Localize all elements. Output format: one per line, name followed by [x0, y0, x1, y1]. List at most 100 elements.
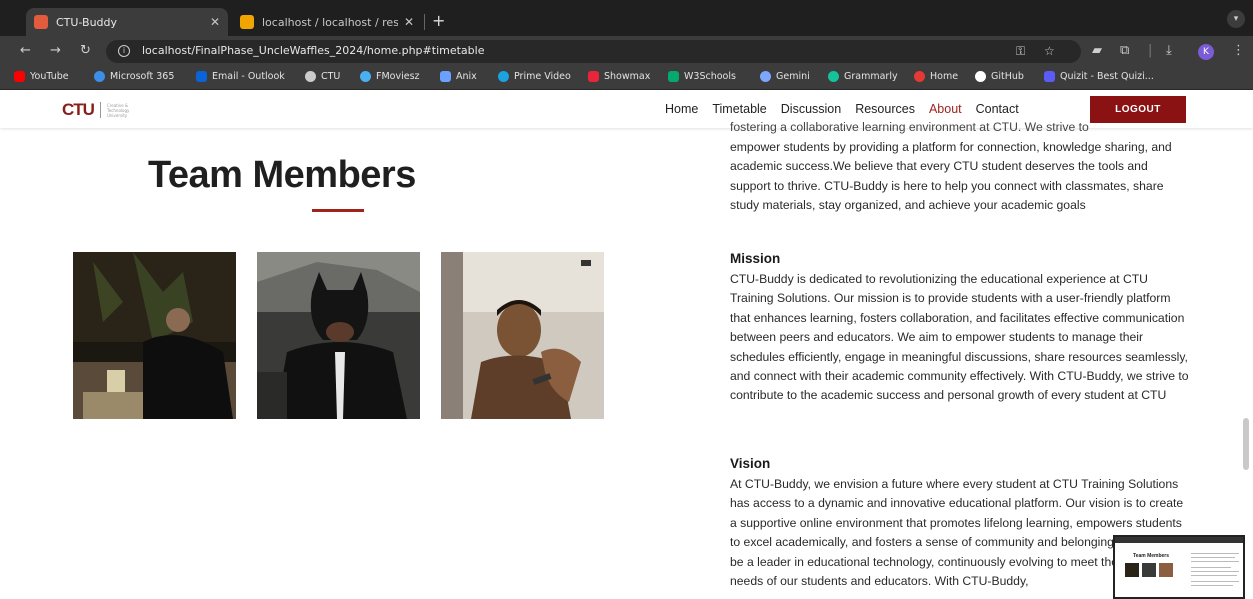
bookmark-quizit[interactable]: Quizit - Best Quizi... — [1044, 71, 1154, 82]
bookmark-ctu[interactable]: CTU — [305, 71, 340, 82]
browser-toolbar: ← → ↻ i localhost/FinalPhase_UncleWaffle… — [0, 36, 1253, 66]
site-info-icon[interactable]: i — [118, 45, 130, 57]
bookmark-github[interactable]: GitHub — [975, 71, 1024, 82]
url-text: localhost/FinalPhase_UncleWaffles_2024/h… — [142, 44, 485, 57]
pip-text-line — [1191, 581, 1239, 582]
pip-text-line — [1191, 575, 1237, 576]
team-member-photo-1 — [73, 252, 236, 419]
bookmark-label: Grammarly — [844, 71, 898, 82]
bookmark-label: Quizit - Best Quizi... — [1060, 71, 1154, 82]
nav-about[interactable]: About — [929, 102, 962, 116]
bookmark-label: Home — [930, 71, 959, 82]
bookmark-fmoviesz[interactable]: FMoviesz — [360, 71, 420, 82]
pip-photo-2 — [1142, 563, 1156, 577]
ctu-logo[interactable]: CTU Creative & Technology University — [62, 100, 147, 120]
fmoviesz-icon — [360, 71, 371, 82]
bookmark-gemini[interactable]: Gemini — [760, 71, 810, 82]
logout-button[interactable]: LOGOUT — [1090, 96, 1186, 123]
nav-timetable[interactable]: Timetable — [712, 102, 766, 116]
bookmark-anix[interactable]: Anix — [440, 71, 477, 82]
anix-icon — [440, 71, 451, 82]
prime-video-icon — [498, 71, 509, 82]
quizit-icon — [1044, 71, 1055, 82]
bookmark-microsoft-365[interactable]: Microsoft 365 — [94, 71, 174, 82]
browser-tab-bar: CTU-Buddy ✕ localhost / localhost / reso… — [0, 0, 1253, 36]
pip-text-line — [1191, 571, 1239, 572]
bookmark-label: Gemini — [776, 71, 810, 82]
main-nav: Home Timetable Discussion Resources Abou… — [665, 102, 1019, 116]
bookmark-showmax[interactable]: Showmax — [588, 71, 650, 82]
close-icon[interactable]: ✕ — [210, 15, 220, 29]
bookmark-grammarly[interactable]: Grammarly — [828, 71, 898, 82]
pip-title: Team Members — [1133, 553, 1170, 559]
pip-photo-3 — [1159, 563, 1173, 577]
team-member-photo-2 — [257, 252, 420, 419]
close-icon[interactable]: ✕ — [404, 15, 414, 29]
logo-divider — [99, 102, 101, 118]
about-paragraph: empower students by providing a platform… — [730, 140, 1172, 213]
nav-resources[interactable]: Resources — [855, 102, 915, 116]
bookmark-label: YouTube — [30, 71, 69, 82]
bookmark-label: CTU — [321, 71, 341, 82]
new-tab-icon[interactable]: + — [432, 11, 445, 30]
picture-in-picture-window[interactable]: Team Members — [1113, 535, 1245, 599]
microsoft-365-icon — [94, 71, 105, 82]
logo-text: Creative & Technology University — [106, 102, 130, 118]
ctu-favicon-icon — [34, 15, 48, 29]
profile-avatar[interactable]: K — [1198, 44, 1214, 60]
tab-title: CTU-Buddy — [56, 15, 118, 29]
tab-localhost[interactable]: localhost / localhost / resourc ✕ — [232, 8, 422, 36]
home-icon — [914, 71, 925, 82]
globe-icon — [305, 71, 316, 82]
about-cut-line: fostering a collaborative learning envir… — [730, 120, 1089, 134]
toolbar-divider: | — [1148, 43, 1153, 58]
pip-text-line — [1191, 553, 1239, 554]
youtube-icon — [14, 71, 25, 82]
bookmark-label: GitHub — [991, 71, 1024, 82]
pip-photo-1 — [1125, 563, 1139, 577]
nav-contact[interactable]: Contact — [976, 102, 1019, 116]
bookmark-youtube[interactable]: YouTube — [14, 71, 69, 82]
nav-home[interactable]: Home — [665, 102, 698, 116]
reload-icon[interactable]: ↻ — [80, 43, 91, 58]
gemini-icon — [760, 71, 771, 82]
pip-text-line — [1191, 567, 1231, 568]
bookmark-home[interactable]: Home — [914, 71, 958, 82]
bookmark-label: W3Schools — [684, 71, 736, 82]
bookmark-label: Anix — [456, 71, 477, 82]
forward-icon[interactable]: → — [50, 43, 61, 58]
bookmark-email-outlook[interactable]: Email - Outlook — [196, 71, 285, 82]
page-scrollbar[interactable] — [1243, 418, 1249, 470]
tab-divider — [424, 14, 425, 30]
bookmark-label: Showmax — [604, 71, 651, 82]
outlook-icon — [196, 71, 207, 82]
extension-icon[interactable]: ▰ — [1092, 43, 1102, 58]
logo-mark: CTU — [62, 100, 95, 119]
bookmark-label: Microsoft 365 — [110, 71, 175, 82]
menu-kebab-icon[interactable]: ⋮ — [1232, 43, 1245, 58]
showmax-icon — [588, 71, 599, 82]
address-bar[interactable]: i localhost/FinalPhase_UncleWaffles_2024… — [106, 40, 1081, 63]
back-icon[interactable]: ← — [20, 43, 31, 58]
vision-heading: Vision — [730, 456, 771, 471]
bookmark-label: Email - Outlook — [212, 71, 285, 82]
bookmark-label: FMoviesz — [376, 71, 420, 82]
tab-search-icon[interactable]: ▾ — [1227, 10, 1245, 28]
team-member-photo-3 — [441, 252, 604, 419]
pip-text-line — [1191, 585, 1233, 586]
bookmark-label: Prime Video — [514, 71, 571, 82]
tab-ctu-buddy[interactable]: CTU-Buddy ✕ — [26, 8, 228, 36]
nav-discussion[interactable]: Discussion — [781, 102, 841, 116]
bookmark-prime-video[interactable]: Prime Video — [498, 71, 571, 82]
bookmark-w3schools[interactable]: W3Schools — [668, 71, 736, 82]
bookmark-star-icon[interactable]: ☆ — [1044, 44, 1055, 58]
tab-title: localhost / localhost / resourc — [262, 15, 398, 29]
grammarly-icon — [828, 71, 839, 82]
mission-heading: Mission — [730, 251, 781, 266]
download-icon[interactable]: ⤓ — [1166, 43, 1172, 58]
bookmarks-bar: YouTube Microsoft 365 Email - Outlook CT… — [0, 66, 1253, 90]
phpmyadmin-favicon-icon — [240, 15, 254, 29]
mission-paragraph: CTU-Buddy is dedicated to revolutionizin… — [730, 272, 1189, 403]
key-icon[interactable]: ⚿ — [1016, 44, 1025, 59]
extensions-puzzle-icon[interactable]: ⧉ — [1120, 43, 1129, 58]
